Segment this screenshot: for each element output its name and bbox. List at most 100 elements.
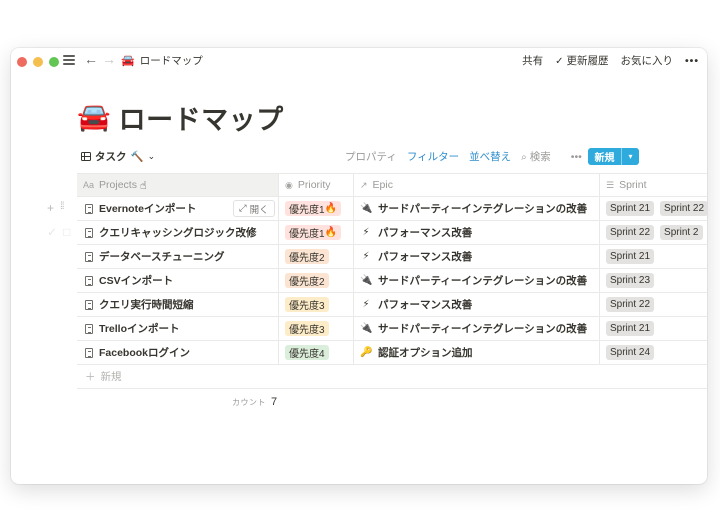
epic-cell[interactable]: 🔑 認証オプション追加 [354,341,600,364]
priority-cell[interactable]: 優先度4 [279,341,354,364]
project-name: Evernoteインポート [99,203,197,215]
table-row[interactable]: Trelloインポート 優先度3 🔌 サードパーティーインテグレーションの改善 Spri… [77,317,707,341]
sprint-cell[interactable]: Sprint 21 [600,317,707,340]
plug-icon: 🔌 [360,275,373,286]
new-dropdown-icon[interactable]: ▾ [622,152,639,161]
count-footer[interactable]: カウント 7 [232,396,278,408]
column-header-projects[interactable]: Aa Projects ☝ [77,174,279,196]
table-row[interactable]: データベースチューニング 優先度2 ⚡ パフォーマンス改善 Sprint 21 [77,245,707,269]
priority-label: 優先度3 [289,301,325,312]
sort-button[interactable]: 並べ替え [469,149,511,164]
row-handle[interactable]: ✓ □ [47,225,70,239]
drag-handle-icon[interactable]: □ [63,225,70,239]
plug-icon: 🔌 [360,203,373,214]
project-cell[interactable]: Trelloインポート [77,317,279,340]
priority-cell[interactable]: 優先度1 🔥 [279,197,354,220]
column-header-epic[interactable]: ↗ Epic [354,174,600,196]
epic-cell[interactable]: 🔌 サードパーティーインテグレーションの改善 [354,269,600,292]
plug-icon: 🔌 [360,323,373,334]
column-label: Sprint [619,179,647,191]
project-cell[interactable]: データベースチューニング [77,245,279,268]
project-cell[interactable]: クエリキャッシングロジック改修 [77,221,279,244]
table-row[interactable]: クエリ実行時間短縮 優先度3 ⚡ パフォーマンス改善 Sprint 22 [77,293,707,317]
back-arrow-icon[interactable]: ← [84,51,98,67]
priority-cell[interactable]: 優先度3 [279,293,354,316]
epic-cell[interactable]: 🔌 サードパーティーインテグレーションの改善 [354,197,600,220]
priority-cell[interactable]: 優先度3 [279,317,354,340]
project-name: クエリキャッシングロジック改修 [99,227,257,239]
priority-tag: 優先度1 🔥 [285,201,342,216]
epic-cell[interactable]: 🔌 サードパーティーインテグレーションの改善 [354,317,600,340]
page-title-text[interactable]: ロードマップ [119,98,284,137]
sprint-cell[interactable]: Sprint 21 Sprint 22 [600,197,707,220]
table-row[interactable]: + ⁞⁞ Evernoteインポート ⤢ 開く 優先度1 🔥 🔌 サードパーティーインテグレーシ… [47,197,707,221]
count-value: 7 [271,396,278,408]
lightning-icon: ⚡ [362,251,370,262]
document-icon [85,251,93,262]
priority-cell[interactable]: 優先度1 🔥 [279,221,354,244]
lightning-icon: ⚡ [362,299,370,310]
drag-handle-icon[interactable]: ⁞⁞ [60,201,64,215]
epic-cell[interactable]: ⚡ パフォーマンス改善 [354,245,600,268]
priority-cell[interactable]: 優先度2 [279,269,354,292]
project-cell[interactable]: Facebookログイン [77,341,279,364]
view-more-icon[interactable]: ••• [571,151,582,163]
fire-icon: 🔥 [324,203,338,214]
sprint-cell[interactable]: Sprint 23 [600,269,707,292]
epic-cell[interactable]: ⚡ パフォーマンス改善 [354,293,600,316]
document-icon [85,323,93,334]
table-row[interactable]: Facebookログイン 優先度4 🔑 認証オプション追加 Sprint 24 [77,341,707,365]
project-name: Facebookログイン [99,347,191,359]
page-title: 🚘 ロードマップ [77,98,284,137]
database-table: Aa Projects ☝ ◉ Priority ↗ Epic ☰ Sprint… [47,173,707,389]
sprint-tag: Sprint 22 [660,201,707,216]
filter-button[interactable]: フィルター [407,149,459,164]
sprint-cell[interactable]: Sprint 22 [600,293,707,316]
project-cell[interactable]: CSVインポート [77,269,279,292]
zoom-window-button[interactable] [49,57,59,67]
priority-label: 優先度3 [289,325,325,336]
close-window-button[interactable] [17,57,27,67]
checkbox-icon[interactable]: ✓ [47,225,57,239]
breadcrumb-label: ロードマップ [139,55,203,67]
forward-arrow-icon[interactable]: → [102,51,116,67]
sprint-tag: Sprint 21 [606,249,655,264]
project-cell[interactable]: Evernoteインポート ⤢ 開く [77,197,279,220]
table-body: + ⁞⁞ Evernoteインポート ⤢ 開く 優先度1 🔥 🔌 サードパーティーインテグレーシ… [47,197,707,365]
view-selector[interactable]: タスク 🔨 ⌄ [81,149,155,164]
favorite-button[interactable]: お気に入り [620,53,673,68]
add-row-icon[interactable]: + [47,201,54,215]
search-button[interactable]: ⌕ 検索 [521,149,561,164]
row-handle[interactable]: + ⁞⁞ [47,201,64,215]
top-bar: ← → 🚘 ロードマップ 共有 ✓ 更新履歴 お気に入り ••• [11,48,707,72]
priority-tag: 優先度2 [285,273,329,288]
new-button[interactable]: 新規 ▾ [588,148,639,165]
breadcrumb[interactable]: 🚘 ロードマップ [121,53,203,68]
sprint-tag: Sprint 22 [606,225,655,240]
sprint-cell[interactable]: Sprint 21 [600,245,707,268]
more-options-icon[interactable]: ••• [685,55,699,67]
page-icon[interactable]: 🚘 [77,104,111,131]
table-row[interactable]: CSVインポート 優先度2 🔌 サードパーティーインテグレーションの改善 Sprint … [77,269,707,293]
properties-button[interactable]: プロパティ [345,149,397,164]
sprint-cell[interactable]: Sprint 24 [600,341,707,364]
count-label: カウント [232,398,266,407]
sprint-cell[interactable]: Sprint 22 Sprint 2 [600,221,707,244]
list-icon: ☰ [606,179,615,190]
column-header-priority[interactable]: ◉ Priority [279,174,354,196]
share-button[interactable]: 共有 [522,53,543,68]
open-page-button[interactable]: ⤢ 開く [233,200,275,217]
updates-button[interactable]: ✓ 更新履歴 [555,53,608,68]
sidebar-menu-icon[interactable] [63,55,75,65]
project-cell[interactable]: クエリ実行時間短縮 [77,293,279,316]
table-row[interactable]: ✓ □ クエリキャッシングロジック改修 優先度1 🔥 ⚡ パフォーマンス改善 Sprint 2… [47,221,707,245]
epic-name: サードパーティーインテグレーションの改善 [378,275,588,287]
project-name: データベースチューニング [99,251,225,263]
minimize-window-button[interactable] [33,57,43,67]
document-icon [85,275,93,286]
add-row-label: 新規 [100,371,122,383]
epic-cell[interactable]: ⚡ パフォーマンス改善 [354,221,600,244]
column-header-sprint[interactable]: ☰ Sprint [600,174,707,196]
add-row-button[interactable]: ＋ 新規 [77,365,707,389]
priority-cell[interactable]: 優先度2 [279,245,354,268]
